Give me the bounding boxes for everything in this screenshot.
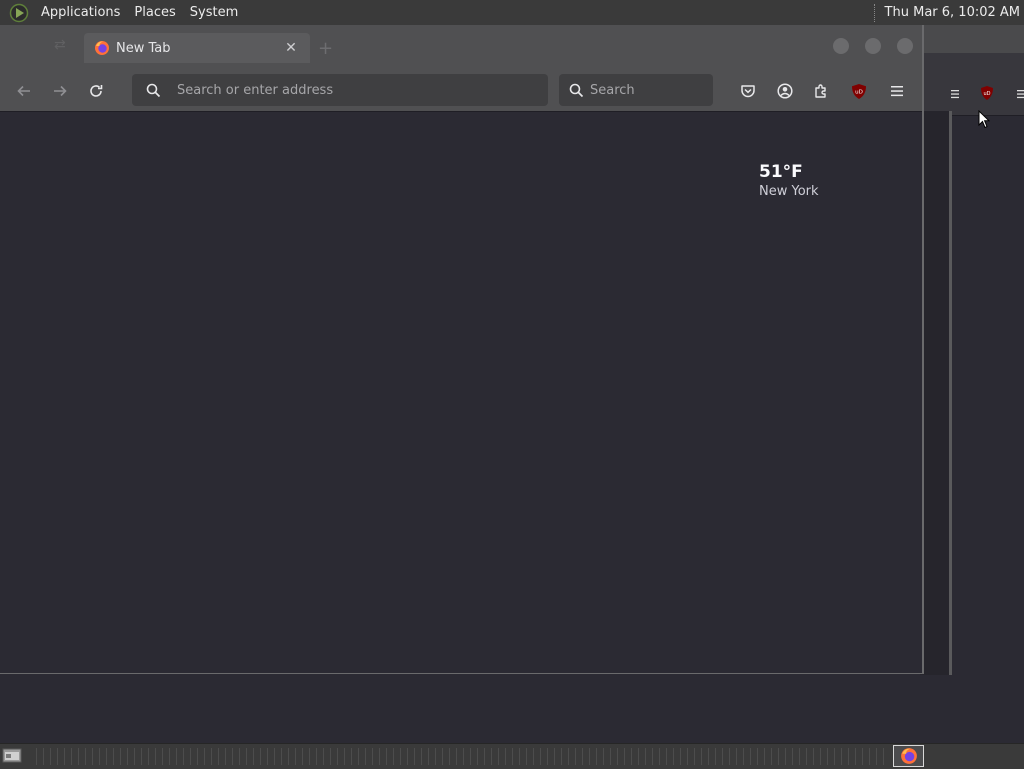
background-browser-window[interactable]: uD <box>920 25 1024 675</box>
background-window-toolbar: uD <box>920 53 1024 116</box>
tab-bar: ⇄ New Tab ✕ + <box>0 25 922 71</box>
maximize-button[interactable] <box>865 38 881 54</box>
show-desktop-icon[interactable] <box>2 747 22 765</box>
back-arrow-icon <box>17 85 30 97</box>
account-icon <box>777 83 793 99</box>
weather-widget[interactable]: 51°F New York <box>759 162 819 199</box>
back-button[interactable] <box>12 79 36 103</box>
search-bar[interactable] <box>559 74 760 106</box>
taskbar-firefox-button[interactable] <box>893 745 924 767</box>
mouse-pointer-icon <box>978 110 990 129</box>
extensions-icon <box>815 84 826 98</box>
extensions-button[interactable] <box>809 79 833 103</box>
tab-list-icon[interactable]: ⇄ <box>54 37 66 53</box>
tab-new-tab[interactable]: New Tab ✕ <box>84 33 310 63</box>
background-window-edge <box>920 111 949 675</box>
ublock-origin-button[interactable]: uD <box>847 79 871 103</box>
new-tab-button[interactable]: + <box>318 38 333 59</box>
ublock-origin-icon: uD <box>852 83 866 99</box>
firefox-window[interactable]: ⇄ New Tab ✕ + Search or enter address Se… <box>0 25 924 674</box>
reload-icon <box>90 85 103 97</box>
system-menu[interactable]: System <box>183 5 245 20</box>
firefox-icon <box>95 41 109 55</box>
search-icon <box>146 83 161 98</box>
tab-title: New Tab <box>116 40 171 56</box>
navigation-toolbar: uD <box>0 71 922 112</box>
panel-separator <box>873 3 877 22</box>
hamburger-menu-icon <box>891 86 903 97</box>
pocket-icon <box>741 85 755 98</box>
bottom-panel <box>0 743 1024 769</box>
svg-text:uD: uD <box>855 89 863 95</box>
forward-button[interactable] <box>48 79 72 103</box>
search-input[interactable] <box>590 82 760 98</box>
search-icon <box>569 83 584 98</box>
weather-temperature: 51°F <box>759 162 803 182</box>
menu-icon[interactable] <box>950 89 960 99</box>
places-menu[interactable]: Places <box>127 5 182 20</box>
svg-text:uD: uD <box>983 91 990 97</box>
workspace-switcher[interactable] <box>36 748 890 765</box>
clock[interactable]: Thu Mar 6, 10:02 AM <box>885 5 1024 20</box>
background-window-border <box>949 111 952 675</box>
forward-arrow-icon <box>54 85 67 97</box>
close-tab-icon[interactable]: ✕ <box>282 39 300 57</box>
mate-logo-icon[interactable] <box>9 3 29 23</box>
firefox-icon <box>900 748 917 764</box>
top-panel: Applications Places System Thu Mar 6, 10… <box>0 0 1024 26</box>
address-bar[interactable] <box>132 74 548 106</box>
new-tab-page: 51°F New York <box>0 112 922 673</box>
close-window-button[interactable] <box>897 38 913 54</box>
ublock-origin-icon[interactable]: uD <box>980 85 994 101</box>
weather-location: New York <box>759 184 819 199</box>
background-window-titlebar[interactable] <box>920 25 1024 53</box>
menu-icon[interactable] <box>1016 89 1024 99</box>
app-menu-button[interactable] <box>885 79 909 103</box>
pocket-button[interactable] <box>736 79 760 103</box>
minimize-button[interactable] <box>833 38 849 54</box>
reload-button[interactable] <box>84 79 108 103</box>
address-input[interactable] <box>177 82 548 98</box>
account-button[interactable] <box>773 79 797 103</box>
applications-menu[interactable]: Applications <box>34 5 127 20</box>
